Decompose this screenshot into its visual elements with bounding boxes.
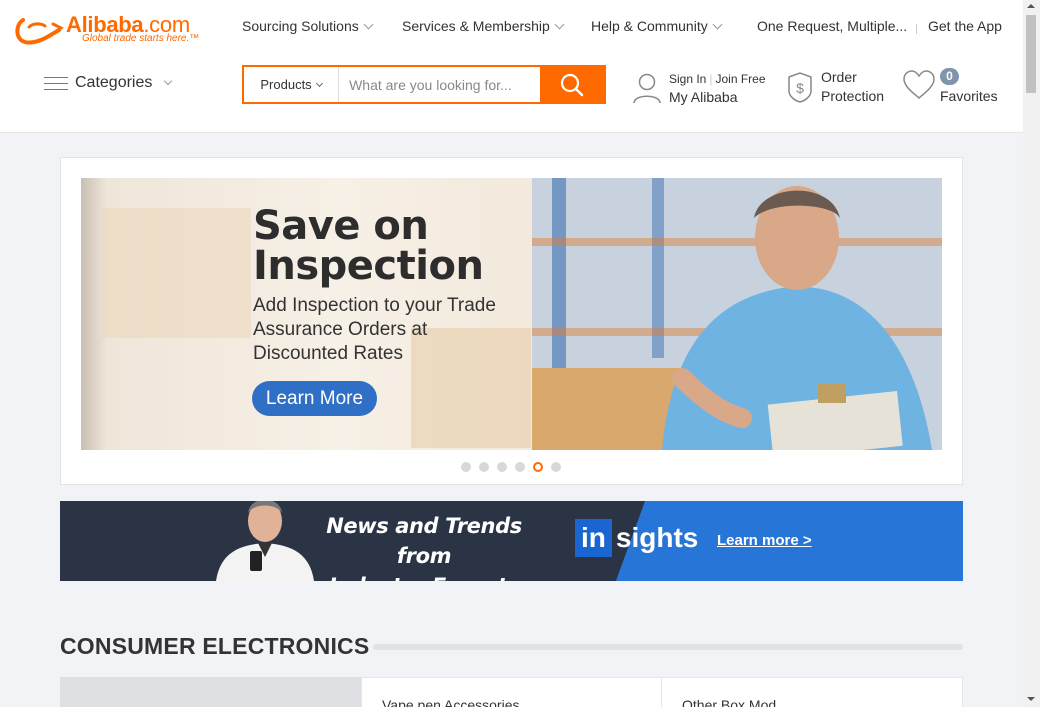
categories-menu[interactable]: Categories: [44, 74, 173, 92]
join-free-link[interactable]: Join Free: [715, 72, 765, 86]
favorites-label: Favorites: [940, 88, 998, 104]
search-button[interactable]: [540, 67, 604, 102]
category-card[interactable]: Vape pen Accessories: [361, 677, 662, 707]
search-category-select[interactable]: Products: [244, 67, 340, 102]
insights-headline-line: News and Trends from: [326, 514, 522, 568]
nav-help-community[interactable]: Help & Community: [591, 18, 723, 34]
banner-slide[interactable]: Save on Inspection Add Inspection to you…: [81, 178, 942, 450]
inspector-photo: [532, 178, 942, 450]
nav-label: One Request, Multiple...: [757, 18, 908, 34]
order-protection-link[interactable]: $ Order Protection: [786, 68, 884, 106]
insights-headline: News and Trends from Industry Experts: [304, 511, 544, 581]
search-icon: [560, 73, 584, 96]
carousel-dot[interactable]: [497, 462, 507, 472]
logo-tagline: Global trade starts here.™: [82, 33, 200, 44]
insights-logo-rest: sights: [615, 522, 699, 553]
nav-get-app[interactable]: Get the App: [928, 18, 1002, 34]
decorative-box: [101, 208, 251, 338]
worker-illustration: [532, 178, 942, 450]
category-card-title: Vape pen Accessories: [382, 697, 520, 707]
nav-label: Help & Community: [591, 18, 708, 34]
carousel-dot[interactable]: [461, 462, 471, 472]
learn-more-button[interactable]: Learn More: [252, 381, 377, 416]
chevron-down-icon: [712, 19, 723, 29]
divider: |: [709, 71, 713, 86]
nav-label: Get the App: [928, 18, 1002, 34]
category-card-title: Other Box Mod: [682, 697, 777, 707]
site-header: Alibaba.com Global trade starts here.™ S…: [0, 0, 1023, 133]
search-category-label: Products: [260, 77, 312, 92]
page-scrollbar[interactable]: [1023, 0, 1040, 707]
search-bar: Products: [242, 65, 606, 104]
nav-sourcing-solutions[interactable]: Sourcing Solutions: [242, 18, 374, 34]
category-card[interactable]: Other Box Mod: [661, 677, 963, 707]
shield-dollar-icon: $: [788, 72, 812, 103]
carousel-dot[interactable]: [479, 462, 489, 472]
heart-icon: [903, 70, 935, 99]
chevron-down-icon: [554, 19, 565, 29]
insights-logo-in: in: [575, 519, 612, 557]
banner-title: Save on Inspection: [253, 203, 484, 289]
nav-label: Services & Membership: [402, 18, 550, 34]
favorites-count-badge: 0: [940, 68, 959, 85]
scroll-down-arrow-icon[interactable]: [1027, 697, 1035, 701]
carousel-dot-active[interactable]: [533, 462, 543, 472]
nav-divider: [916, 24, 917, 34]
banner-carousel: Save on Inspection Add Inspection to you…: [60, 157, 963, 485]
sign-in-link[interactable]: Sign In: [669, 72, 706, 86]
favorites-link[interactable]: 0 Favorites: [902, 68, 1012, 108]
search-input[interactable]: [339, 67, 541, 102]
protection-label: Protection: [821, 88, 885, 104]
banner-title-line: Save on: [253, 203, 429, 249]
order-label: Order: [821, 69, 857, 85]
nav-label: Sourcing Solutions: [242, 18, 359, 34]
menu-list-icon: [44, 75, 68, 91]
insights-headline-line: Industry Experts: [304, 571, 544, 581]
user-icon: [633, 73, 661, 104]
section-divider: [373, 644, 963, 650]
insights-logo: in sights: [575, 519, 698, 557]
chevron-down-icon: [363, 19, 374, 29]
insights-learn-more-link[interactable]: Learn more >: [717, 532, 812, 549]
carousel-dot[interactable]: [515, 462, 525, 472]
carousel-dot[interactable]: [551, 462, 561, 472]
category-cards: Vape pen Accessories Other Box Mod: [60, 677, 963, 707]
categories-label: Categories: [75, 74, 153, 91]
nav-one-request[interactable]: One Request, Multiple...: [757, 18, 907, 34]
smile-logo-icon: [15, 18, 64, 45]
scroll-up-arrow-icon[interactable]: [1027, 4, 1035, 8]
svg-text:$: $: [796, 80, 804, 96]
banner-title-line: Inspection: [253, 243, 484, 289]
carousel-dots: [461, 462, 569, 472]
chevron-down-icon: [164, 76, 173, 86]
category-image-card[interactable]: [60, 677, 361, 707]
my-alibaba-link[interactable]: My Alibaba: [669, 89, 766, 105]
account-area: Sign In | Join Free My Alibaba: [632, 68, 766, 108]
chevron-down-icon: [315, 79, 323, 87]
insights-banner[interactable]: News and Trends from Industry Experts in…: [60, 501, 963, 581]
banner-subtitle: Add Inspection to your Trade Assurance O…: [253, 295, 496, 364]
section-title: CONSUMER ELECTRONICS: [60, 633, 370, 659]
nav-services-membership[interactable]: Services & Membership: [402, 18, 565, 34]
alibaba-logo[interactable]: Alibaba.com Global trade starts here.™: [15, 12, 210, 46]
scrollbar-thumb[interactable]: [1026, 15, 1036, 93]
